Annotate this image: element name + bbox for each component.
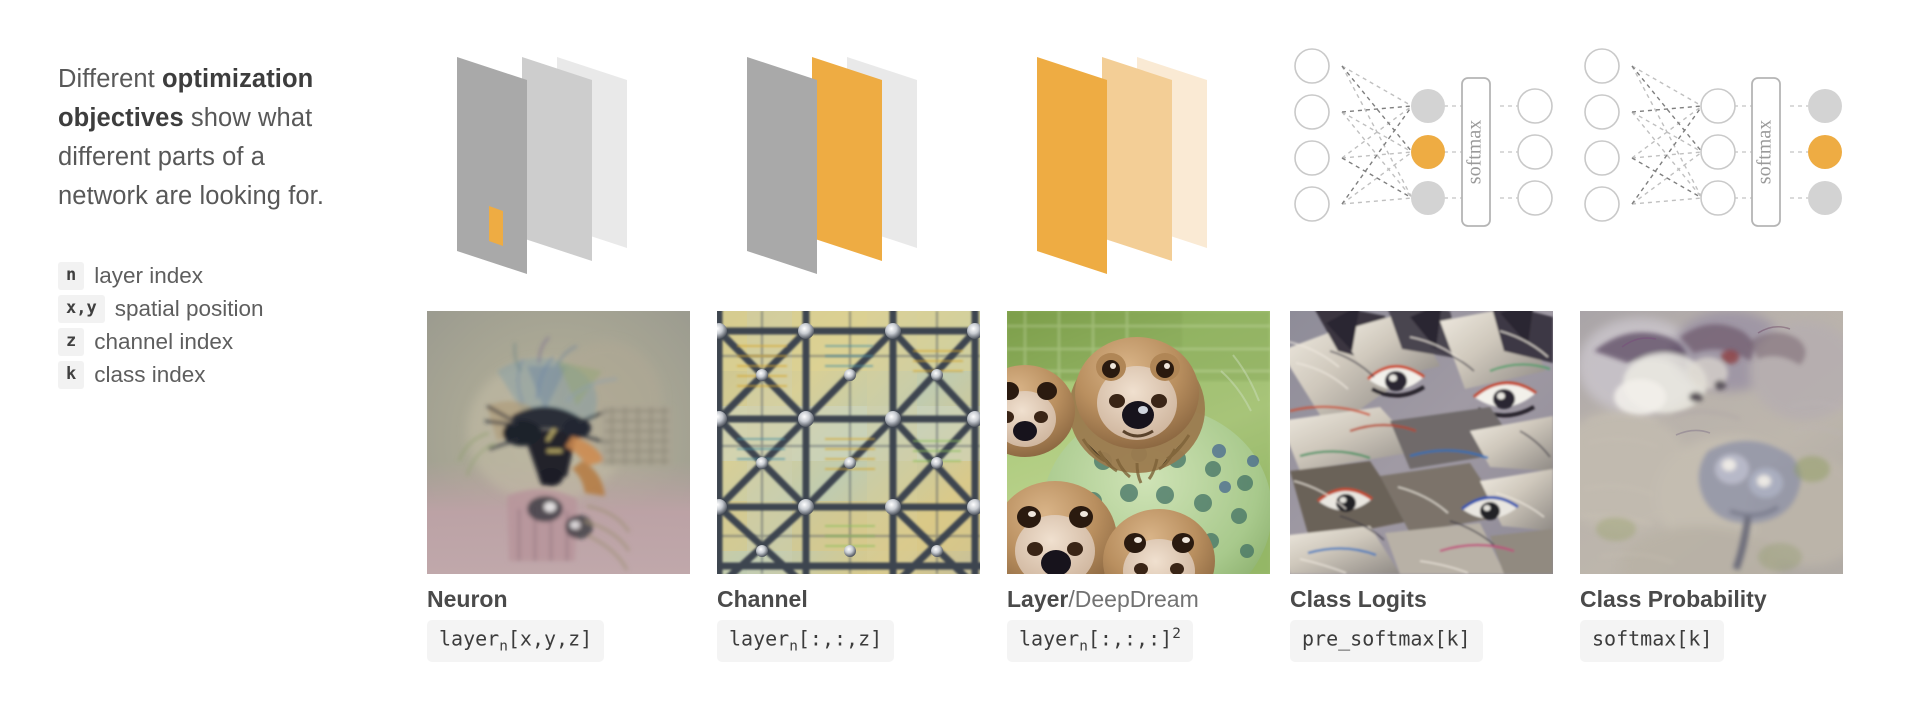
formula-base: softmax[k] bbox=[1592, 626, 1713, 651]
diagram-channel-planes bbox=[717, 22, 987, 284]
logit-nodes bbox=[1700, 88, 1736, 216]
formula-layer: layern[:,:,:]2 bbox=[1007, 620, 1193, 663]
plane-mid-icon bbox=[522, 57, 592, 261]
plane-channel-highlight-icon bbox=[812, 57, 882, 261]
intro-panel: Different optimization objectives show w… bbox=[58, 34, 358, 392]
glossary-label: spatial position bbox=[114, 296, 264, 321]
formula-tail: [x,y,z] bbox=[507, 626, 593, 651]
formula-base: pre_softmax[k] bbox=[1302, 626, 1471, 651]
logit-node bbox=[1411, 89, 1445, 123]
formula-tail: [:,:,:] bbox=[1087, 626, 1173, 651]
diagram-neuron-planes bbox=[427, 22, 697, 284]
input-nodes bbox=[1584, 48, 1620, 222]
formula-tail: [:,:,z] bbox=[797, 626, 883, 651]
caption-rest: /DeepDream bbox=[1068, 586, 1199, 612]
caption-class-logits: Class Logits bbox=[1290, 586, 1427, 613]
caption-bold: Channel bbox=[717, 586, 808, 612]
glossary-symbol: x,y bbox=[58, 295, 105, 323]
formula-base: layer bbox=[439, 626, 500, 651]
glossary-symbol: n bbox=[58, 262, 85, 290]
softmax-label: softmax bbox=[1754, 120, 1776, 184]
caption-bold: Neuron bbox=[427, 586, 508, 612]
formula-sub: n bbox=[789, 638, 798, 655]
formula-channel: layern[:,:,z] bbox=[717, 620, 895, 663]
plane-mid-icon bbox=[1102, 57, 1172, 261]
glossary-symbol: z bbox=[58, 328, 85, 356]
intro-paragraph: Different optimization objectives show w… bbox=[58, 60, 358, 216]
caption-channel: Channel bbox=[717, 586, 808, 613]
caption-class-probability: Class Probability bbox=[1580, 586, 1767, 613]
probability-node bbox=[1808, 181, 1842, 215]
thumbnail-channel bbox=[717, 311, 980, 574]
formula-base: layer bbox=[729, 626, 790, 651]
formula-class-probability: softmax[k] bbox=[1580, 620, 1725, 663]
formula-class-logits: pre_softmax[k] bbox=[1290, 620, 1483, 663]
thumbnail-neuron bbox=[427, 311, 690, 574]
diagram-class-probability-network: softmax bbox=[1580, 22, 1850, 284]
glossary-list: n layer index x,y spatial position z cha… bbox=[58, 260, 358, 392]
probability-node bbox=[1808, 89, 1842, 123]
glossary-label: class index bbox=[94, 362, 206, 387]
plane-front-icon bbox=[1037, 57, 1107, 274]
glossary-symbol: k bbox=[58, 361, 85, 389]
thumbnail-class-logits bbox=[1290, 311, 1553, 574]
formula-base: layer bbox=[1019, 626, 1080, 651]
formula-neuron: layern[x,y,z] bbox=[427, 620, 605, 663]
caption-layer: Layer/DeepDream bbox=[1007, 586, 1199, 613]
formula-sub: n bbox=[499, 638, 508, 655]
formula-sup: 2 bbox=[1172, 626, 1181, 642]
plane-front-icon bbox=[747, 57, 817, 274]
output-nodes bbox=[1517, 88, 1553, 216]
diagram-layer-planes bbox=[1007, 22, 1277, 284]
thumbnail-layer bbox=[1007, 311, 1270, 574]
logit-node-highlight-icon bbox=[1411, 135, 1445, 169]
intro-pre: Different bbox=[58, 64, 162, 93]
input-nodes bbox=[1294, 48, 1330, 222]
probability-node-highlight-icon bbox=[1808, 135, 1842, 169]
formula-sub: n bbox=[1079, 638, 1088, 655]
diagram-class-logits-network: softmax bbox=[1290, 22, 1560, 284]
glossary-item-xy: x,y spatial position bbox=[58, 293, 358, 326]
softmax-label: softmax bbox=[1464, 120, 1486, 184]
glossary-label: layer index bbox=[94, 263, 204, 288]
caption-bold: Layer bbox=[1007, 586, 1069, 612]
glossary-item-n: n layer index bbox=[58, 260, 358, 293]
thumbnail-class-probability bbox=[1580, 311, 1843, 574]
logit-node bbox=[1411, 181, 1445, 215]
glossary-item-k: k class index bbox=[58, 359, 358, 392]
caption-bold: Class Logits bbox=[1290, 586, 1427, 612]
glossary-label: channel index bbox=[94, 329, 234, 354]
caption-neuron: Neuron bbox=[427, 586, 508, 613]
neuron-highlight-icon bbox=[489, 206, 503, 246]
glossary-item-z: z channel index bbox=[58, 326, 358, 359]
caption-bold: Class Probability bbox=[1580, 586, 1767, 612]
